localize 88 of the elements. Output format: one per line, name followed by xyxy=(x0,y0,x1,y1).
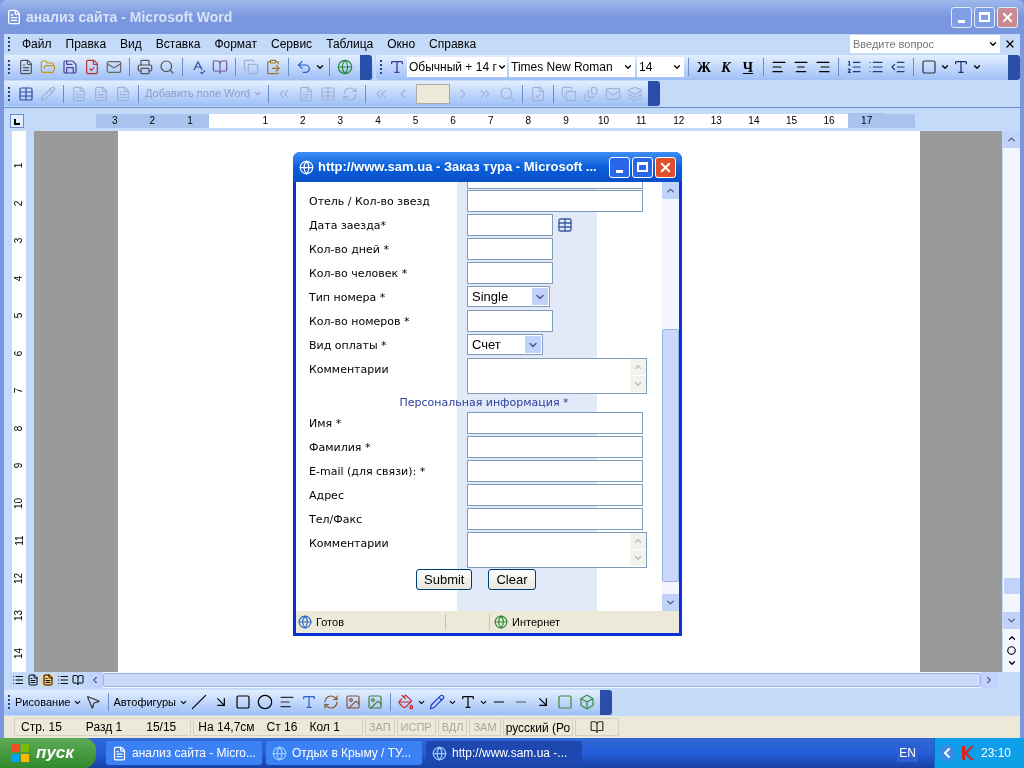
field-label: E-mail (для связи): * xyxy=(309,465,426,478)
start-button[interactable]: пуск xyxy=(0,738,96,768)
ruler-number: 6 xyxy=(12,350,26,357)
menu-item[interactable]: Вид xyxy=(113,35,149,53)
section-heading: Персональная информация * xyxy=(399,395,569,411)
help-search-field[interactable]: Введите вопрос xyxy=(850,35,1000,53)
ruler-number: 5 xyxy=(12,312,26,319)
status-text: Готов xyxy=(316,613,446,631)
italic-button[interactable]: К xyxy=(715,56,737,78)
dropdown[interactable]: Счет xyxy=(467,334,543,355)
ruler-number: 2 xyxy=(148,114,157,128)
ruler-number: 17 xyxy=(847,113,886,128)
menu-item[interactable]: Формат xyxy=(207,35,265,53)
ruler-number: 9 xyxy=(12,462,26,469)
status-text: Разд 1 xyxy=(85,719,123,736)
ruler-number: 11 xyxy=(634,114,648,128)
menu-item[interactable]: Файл xyxy=(15,35,59,53)
field-label: Тип номера * xyxy=(309,291,386,304)
ruler-number: 16 xyxy=(822,114,836,128)
ruler-number: 4 xyxy=(374,114,382,128)
font-size-dropdown[interactable]: 14 xyxy=(637,57,684,77)
field-label: Тел/Факс xyxy=(309,513,363,526)
ruler-number: 14 xyxy=(747,114,761,128)
field-label: Комментарии xyxy=(309,363,389,376)
ruler-number: 10 xyxy=(596,114,611,128)
font-dropdown[interactable]: Times New Roman xyxy=(509,57,635,77)
menu-item[interactable]: Таблица xyxy=(319,35,381,53)
ruler-number: 2 xyxy=(299,114,307,128)
menu-item[interactable]: Сервис xyxy=(264,35,320,53)
ruler-number: 10 xyxy=(12,497,26,509)
language-indicator: русский (Ро xyxy=(502,718,574,736)
ruler-number: 5 xyxy=(411,114,420,128)
autoshapes-menu-button[interactable]: Автофигуры xyxy=(113,693,188,711)
window-title: анализ сайта - Microsoft Word xyxy=(26,7,234,27)
status-text: Ст 16 xyxy=(266,719,298,736)
menu-item[interactable]: Окно xyxy=(380,35,423,53)
field-label: Кол-во человек * xyxy=(309,267,408,280)
status-text: 15/15 xyxy=(146,719,177,736)
ruler-number: 13 xyxy=(709,114,723,128)
field-label: Отель / Кол-во звезд xyxy=(309,195,430,208)
ruler-number: 3 xyxy=(111,114,119,128)
menu-item[interactable]: Справка xyxy=(422,35,484,53)
ruler-number: 6 xyxy=(449,114,457,128)
taskbar-button[interactable]: http://www.sam.ua -... xyxy=(426,741,582,765)
popup-title: http://www.sam.ua - Заказ тура - Microsoft ... xyxy=(318,158,598,177)
field-label: Кол-во дней * xyxy=(309,243,389,256)
language-indicator[interactable]: EN xyxy=(897,744,918,762)
field-label: Кол-во номеров * xyxy=(309,315,410,328)
ruler-number: 3 xyxy=(12,237,26,244)
menu-item[interactable]: Вставка xyxy=(148,35,208,53)
ruler-number: 11 xyxy=(12,535,26,546)
drawing-menu-button[interactable]: Рисование xyxy=(15,693,83,711)
field-label: Имя * xyxy=(309,417,342,430)
dropdown[interactable]: Single xyxy=(467,286,551,307)
zone-text: Интернет xyxy=(512,614,560,630)
status-text: На 14,7см xyxy=(198,719,255,736)
ruler-number: 1 xyxy=(186,114,194,128)
ruler-number: 7 xyxy=(486,114,495,128)
form-button[interactable]: Submit xyxy=(416,569,473,590)
field-label: Вид оплаты * xyxy=(309,339,387,352)
taskbar-button[interactable]: Отдых в Крыму / ТУ... xyxy=(266,741,422,765)
menu-item[interactable]: Правка xyxy=(58,35,114,53)
style-dropdown[interactable]: Обычный + 14 г xyxy=(407,57,507,77)
ruler-number: 1 xyxy=(12,162,26,169)
ruler-number: 8 xyxy=(12,425,26,432)
bold-button[interactable]: Ж xyxy=(693,56,715,78)
ruler-number: 15 xyxy=(784,114,799,128)
field-label: Фамилия * xyxy=(309,441,371,454)
ruler-number: 8 xyxy=(524,114,533,128)
status-text: Кол 1 xyxy=(309,719,340,736)
ruler-number: 13 xyxy=(12,610,26,622)
ruler-number: 12 xyxy=(12,572,26,584)
ruler-number: 4 xyxy=(12,275,26,282)
field-label: Комментарии xyxy=(309,537,389,550)
underline-button[interactable]: Ч xyxy=(737,56,759,78)
form-button[interactable]: Clear xyxy=(488,569,536,590)
ruler-number: 9 xyxy=(562,114,570,128)
status-text: Стр. 15 xyxy=(21,719,62,736)
ruler-number: 12 xyxy=(672,114,686,128)
ruler-number: 7 xyxy=(12,387,26,394)
field-label: Дата заезда* xyxy=(309,219,387,232)
ruler-number: 14 xyxy=(12,647,26,659)
clock: 23:10 xyxy=(981,745,1012,762)
ruler-number: 1 xyxy=(261,114,269,128)
field-label: Адрес xyxy=(309,489,344,502)
ruler-number: 3 xyxy=(336,114,345,128)
taskbar-button[interactable]: анализ сайта - Micro... xyxy=(106,741,262,765)
ruler-number: 2 xyxy=(12,200,26,207)
